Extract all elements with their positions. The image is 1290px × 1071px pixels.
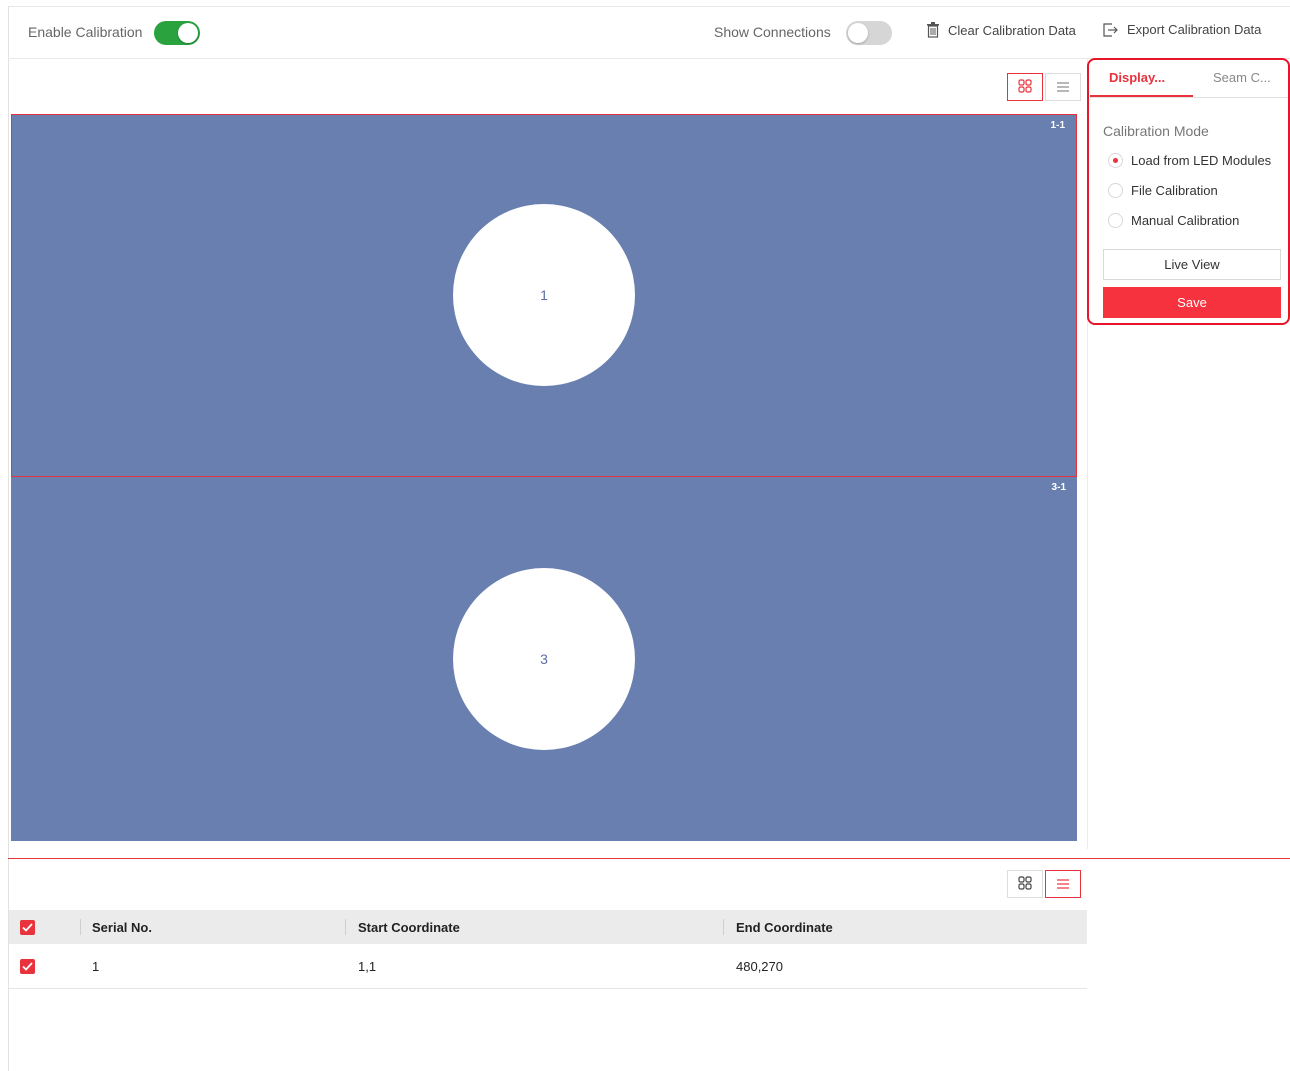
option-file-calibration[interactable]: File Calibration xyxy=(1108,183,1218,198)
column-separator xyxy=(723,919,724,935)
enable-calibration-label: Enable Calibration xyxy=(28,24,143,40)
panel-splitter[interactable] xyxy=(8,858,1290,859)
select-all-checkbox[interactable] xyxy=(20,910,35,944)
window-circle[interactable]: 1 xyxy=(453,204,635,386)
grid-view-button[interactable] xyxy=(1007,870,1043,898)
table-row[interactable]: 1 1,1 480,270 xyxy=(9,944,1087,989)
toggle-knob xyxy=(178,23,198,43)
cell-tag: 3-1 xyxy=(1051,482,1066,493)
clear-calibration-button[interactable]: Clear Calibration Data xyxy=(926,22,1076,38)
list-view-button[interactable] xyxy=(1045,73,1081,101)
export-icon xyxy=(1103,22,1119,37)
list-view-button[interactable] xyxy=(1045,870,1081,898)
calibration-mode-title: Calibration Mode xyxy=(1103,123,1209,139)
cell-end-coordinate: 480,270 xyxy=(736,958,783,974)
option-manual-calibration[interactable]: Manual Calibration xyxy=(1108,213,1239,228)
live-view-button[interactable]: Live View xyxy=(1103,249,1281,280)
window-circle[interactable]: 3 xyxy=(453,568,635,750)
enable-calibration-toggle[interactable] xyxy=(154,21,200,45)
table-view-toggle xyxy=(1007,870,1081,898)
table-header: Serial No. Start Coordinate End Coordina… xyxy=(9,910,1087,944)
clear-calibration-label: Clear Calibration Data xyxy=(948,22,1076,38)
toolbar: Enable Calibration Show Connections Clea… xyxy=(8,7,1290,59)
calibration-panel: Display... Seam C... Calibration Mode Lo… xyxy=(1087,58,1290,325)
canvas-view-toggle xyxy=(1007,73,1081,101)
grid-view-icon xyxy=(1018,78,1032,96)
option-label: Manual Calibration xyxy=(1131,213,1240,228)
option-load-from-led[interactable]: Load from LED Modules xyxy=(1108,153,1271,168)
calibration-table: Serial No. Start Coordinate End Coordina… xyxy=(9,910,1087,989)
show-connections-label: Show Connections xyxy=(714,24,831,40)
cell-serial-no: 1 xyxy=(92,958,100,974)
tab-display[interactable]: Display... xyxy=(1109,70,1165,85)
row-checkbox[interactable] xyxy=(20,944,35,988)
list-view-icon xyxy=(1057,877,1069,892)
column-separator xyxy=(80,919,81,935)
option-label: File Calibration xyxy=(1131,183,1218,198)
panel-tabs: Display... Seam C... xyxy=(1089,60,1288,98)
window-number: 1 xyxy=(540,287,548,303)
option-label: Load from LED Modules xyxy=(1131,153,1272,168)
toggle-knob xyxy=(848,23,868,43)
export-calibration-button[interactable]: Export Calibration Data xyxy=(1103,22,1261,37)
show-connections-toggle[interactable] xyxy=(846,21,892,45)
radio-icon[interactable] xyxy=(1108,183,1123,198)
cell-tag: 1-1 xyxy=(1050,120,1065,131)
active-tab-indicator xyxy=(1090,95,1193,97)
column-separator xyxy=(345,919,346,935)
header-serial-no[interactable]: Serial No. xyxy=(92,910,152,944)
export-calibration-label: Export Calibration Data xyxy=(1127,22,1262,37)
screen-cell-3-1[interactable]: 3-1 3 xyxy=(11,477,1077,841)
save-button[interactable]: Save xyxy=(1103,287,1281,318)
window-number: 3 xyxy=(540,651,548,667)
grid-view-button[interactable] xyxy=(1007,73,1043,101)
radio-checked-icon[interactable] xyxy=(1108,153,1123,168)
header-start-coordinate[interactable]: Start Coordinate xyxy=(358,910,460,944)
list-view-icon xyxy=(1057,80,1069,95)
tab-seam[interactable]: Seam C... xyxy=(1213,70,1271,85)
screen-cell-1-1[interactable]: 1-1 1 xyxy=(11,114,1077,477)
cell-start-coordinate: 1,1 xyxy=(358,958,377,974)
trash-icon xyxy=(926,22,940,38)
grid-view-icon xyxy=(1018,875,1032,893)
header-end-coordinate[interactable]: End Coordinate xyxy=(736,910,833,944)
checkbox-checked-icon xyxy=(20,958,35,974)
checkbox-checked-icon xyxy=(20,919,35,935)
radio-icon[interactable] xyxy=(1108,213,1123,228)
